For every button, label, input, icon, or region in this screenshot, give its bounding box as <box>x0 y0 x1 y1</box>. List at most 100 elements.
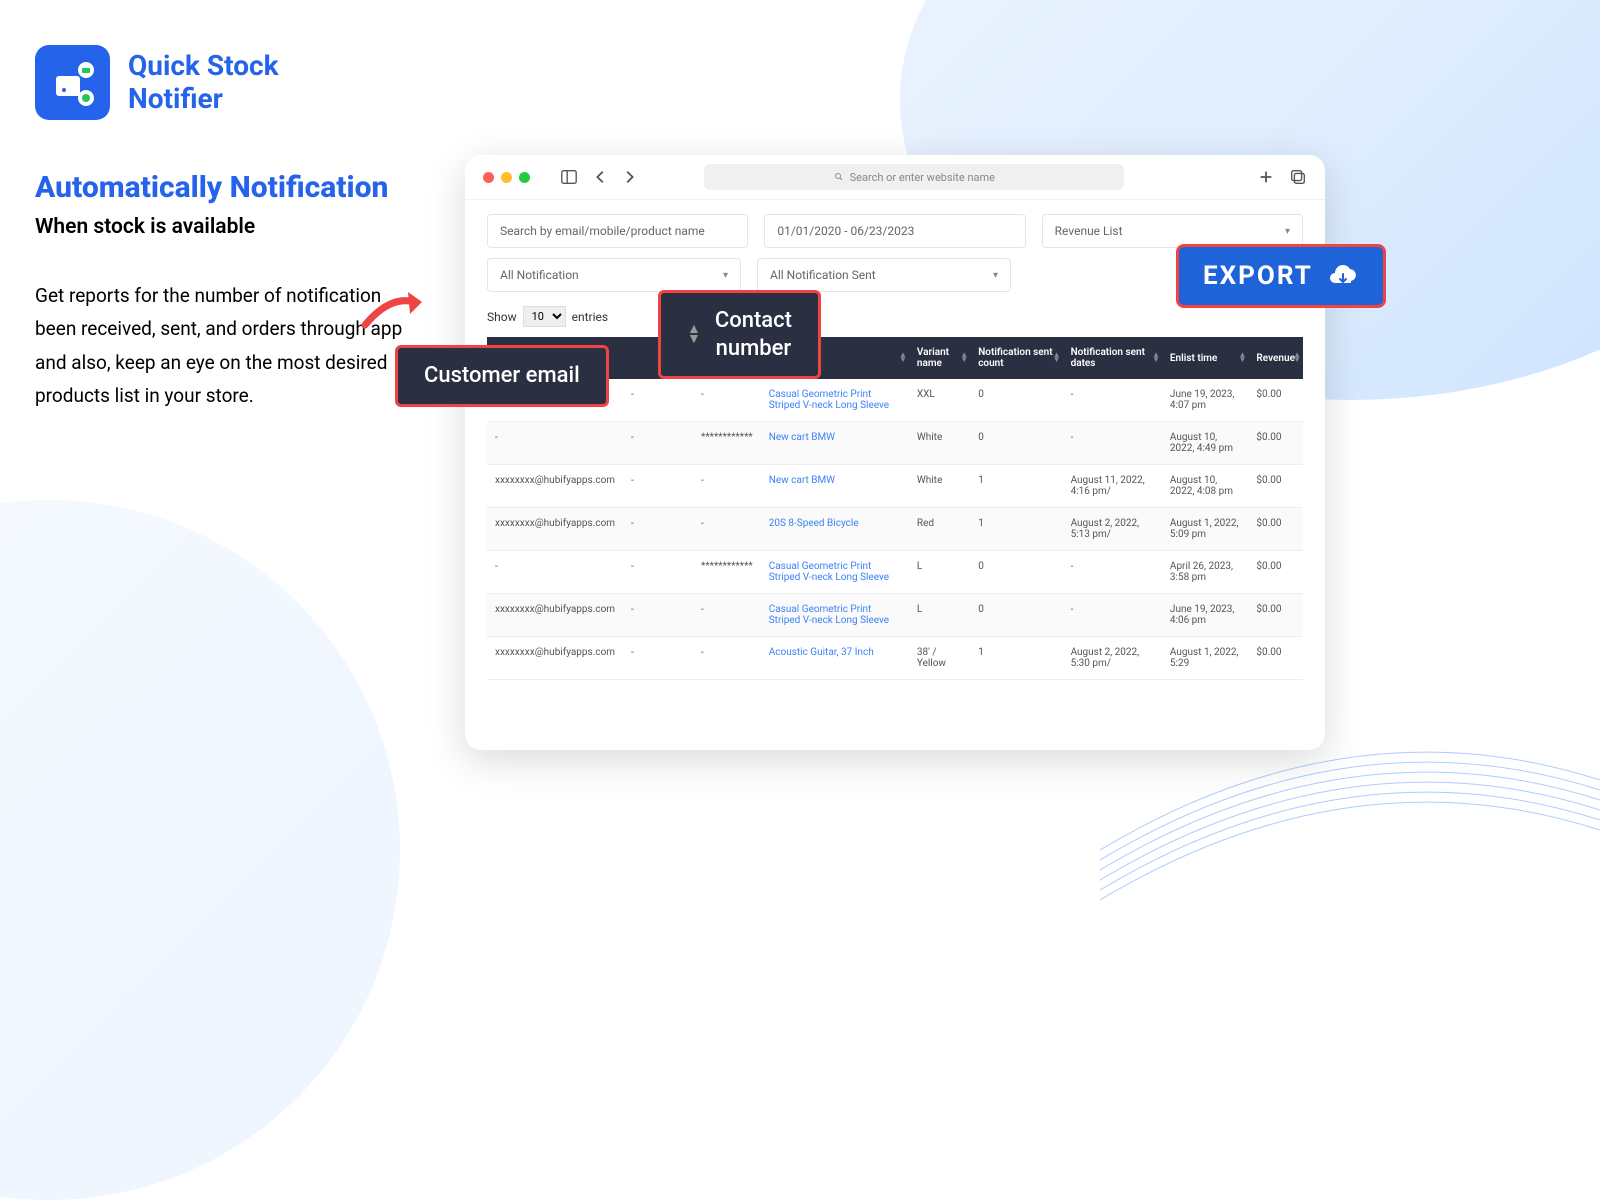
export-button[interactable]: EXPORT <box>1176 244 1386 308</box>
table-cell: White <box>909 422 970 465</box>
table-cell: ************ <box>693 422 761 465</box>
table-row: --************New cart BMWWhite0-August … <box>487 422 1303 465</box>
table-cell[interactable]: 20S 8-Speed Bicycle <box>761 508 909 551</box>
table-cell: 0 <box>970 551 1062 594</box>
column-header[interactable]: Notification sent count▲▼ <box>970 337 1062 379</box>
show-label: Show <box>487 310 517 324</box>
table-cell: $0.00 <box>1248 465 1303 508</box>
headline: Automatically Notification <box>35 170 415 205</box>
plus-icon[interactable] <box>1257 168 1275 186</box>
search-icon <box>834 172 844 182</box>
brand-line1: Quick Stock <box>128 50 279 82</box>
table-row: xxxxxxxx@hubifyapps.com--New cart BMWWhi… <box>487 465 1303 508</box>
tabs-icon[interactable] <box>1289 168 1307 186</box>
revenue-select[interactable]: Revenue List <box>1042 214 1303 248</box>
table-row: xxxxxxxx@hubifyapps.com--20S 8-Speed Bic… <box>487 508 1303 551</box>
table-cell: August 1, 2022, 5:29 <box>1162 637 1249 680</box>
table-cell: xxxxxxxx@hubifyapps.com <box>487 465 623 508</box>
table-cell: - <box>693 637 761 680</box>
sidebar-icon[interactable] <box>560 168 578 186</box>
table-cell: - <box>693 465 761 508</box>
table-cell: - <box>623 551 693 594</box>
table-cell[interactable]: Casual Geometric Print Striped V-neck Lo… <box>761 551 909 594</box>
table-cell: August 1, 2022, 5:09 pm <box>1162 508 1249 551</box>
table-row: ---Casual Geometric Print Striped V-neck… <box>487 379 1303 422</box>
table-cell: 38' / Yellow <box>909 637 970 680</box>
table-cell: XXL <box>909 379 970 422</box>
column-header[interactable]: Notification sent dates▲▼ <box>1063 337 1162 379</box>
table-cell: - <box>1063 551 1162 594</box>
table-cell[interactable]: New cart BMW <box>761 422 909 465</box>
table-cell: - <box>693 379 761 422</box>
table-cell: - <box>1063 379 1162 422</box>
table-cell[interactable]: Casual Geometric Print Striped V-neck Lo… <box>761 379 909 422</box>
table-cell: 0 <box>970 422 1062 465</box>
callout-contact-number: ▲▼ Contactnumber <box>658 290 821 379</box>
column-header[interactable]: Variant name▲▼ <box>909 337 970 379</box>
notification-sent-select[interactable]: All Notification Sent <box>757 258 1011 292</box>
table-cell: - <box>623 422 693 465</box>
forward-icon[interactable] <box>620 168 638 186</box>
table-cell: $0.00 <box>1248 637 1303 680</box>
notifications-table: ct name▲▼Variant name▲▼Notification sent… <box>487 337 1303 680</box>
table-cell: $0.00 <box>1248 422 1303 465</box>
table-cell: 0 <box>970 594 1062 637</box>
date-range-input[interactable]: 01/01/2020 - 06/23/2023 <box>764 214 1025 248</box>
table-row: --************Casual Geometric Print Str… <box>487 551 1303 594</box>
entries-select[interactable]: 10 <box>523 306 566 327</box>
table-cell[interactable]: Casual Geometric Print Striped V-neck Lo… <box>761 594 909 637</box>
table-cell: 0 <box>970 379 1062 422</box>
entries-label: entries <box>572 310 608 324</box>
logo-icon <box>35 45 110 120</box>
window-titlebar: Search or enter website name <box>465 155 1325 200</box>
search-input[interactable]: Search by email/mobile/product name <box>487 214 748 248</box>
subheadline: When stock is available <box>35 215 415 239</box>
column-header[interactable]: Revenue▲▼ <box>1248 337 1303 379</box>
table-cell: August 2, 2022, 5:13 pm/ <box>1063 508 1162 551</box>
table-cell: $0.00 <box>1248 379 1303 422</box>
table-cell: - <box>693 594 761 637</box>
table-cell: - <box>623 465 693 508</box>
table-cell: - <box>1063 422 1162 465</box>
body-copy: Get reports for the number of notificati… <box>35 279 415 412</box>
table-cell: ************ <box>693 551 761 594</box>
address-bar[interactable]: Search or enter website name <box>704 164 1124 190</box>
cloud-download-icon <box>1327 263 1359 289</box>
table-cell: L <box>909 551 970 594</box>
table-cell: $0.00 <box>1248 551 1303 594</box>
table-cell: - <box>487 422 623 465</box>
address-placeholder: Search or enter website name <box>850 171 995 184</box>
table-cell: April 26, 2023, 3:58 pm <box>1162 551 1249 594</box>
callout-customer-email: Customer email <box>395 345 609 407</box>
arrow-icon <box>360 280 430 339</box>
table-cell: August 11, 2022, 4:16 pm/ <box>1063 465 1162 508</box>
table-cell: August 10, 2022, 4:08 pm <box>1162 465 1249 508</box>
table-cell[interactable]: New cart BMW <box>761 465 909 508</box>
table-cell: xxxxxxxx@hubifyapps.com <box>487 508 623 551</box>
column-header[interactable]: Enlist time▲▼ <box>1162 337 1249 379</box>
sort-icon: ▲▼ <box>687 325 701 345</box>
table-cell: Red <box>909 508 970 551</box>
close-dot[interactable] <box>483 172 494 183</box>
table-cell: - <box>487 551 623 594</box>
table-cell: xxxxxxxx@hubifyapps.com <box>487 637 623 680</box>
brand-logo: Quick Stock Notifier <box>35 45 279 120</box>
table-cell: 1 <box>970 508 1062 551</box>
minimize-dot[interactable] <box>501 172 512 183</box>
table-cell: xxxxxxxx@hubifyapps.com <box>487 594 623 637</box>
table-cell: 1 <box>970 465 1062 508</box>
table-cell: - <box>623 379 693 422</box>
table-row: xxxxxxxx@hubifyapps.com--Acoustic Guitar… <box>487 637 1303 680</box>
notification-filter-select[interactable]: All Notification <box>487 258 741 292</box>
table-cell: June 19, 2023, 4:06 pm <box>1162 594 1249 637</box>
table-cell[interactable]: Acoustic Guitar, 37 Inch <box>761 637 909 680</box>
table-cell: - <box>1063 594 1162 637</box>
table-cell: $0.00 <box>1248 508 1303 551</box>
table-row: xxxxxxxx@hubifyapps.com--Casual Geometri… <box>487 594 1303 637</box>
table-cell: 1 <box>970 637 1062 680</box>
table-cell: - <box>693 508 761 551</box>
back-icon[interactable] <box>592 168 610 186</box>
table-cell: June 19, 2023, 4:07 pm <box>1162 379 1249 422</box>
table-cell: $0.00 <box>1248 594 1303 637</box>
maximize-dot[interactable] <box>519 172 530 183</box>
